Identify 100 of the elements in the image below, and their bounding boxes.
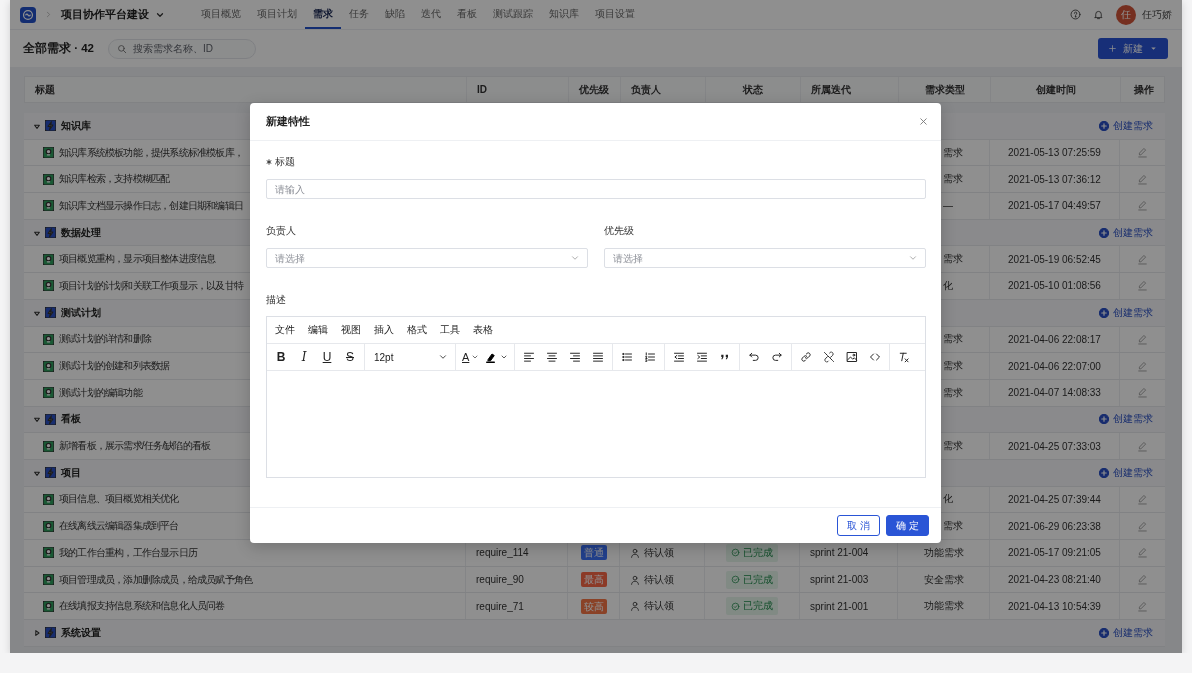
nav-tab[interactable]: 项目计划: [249, 0, 305, 29]
requirement-title: 项目概览重构，显示项目整体进度信息: [59, 252, 216, 267]
bold-button[interactable]: B: [270, 347, 292, 367]
input-field[interactable]: 请输入: [266, 179, 926, 199]
requirement-title: 知识库文档显示操作日志，创建日期和编辑日: [59, 198, 243, 213]
lightbulb-icon: [43, 253, 54, 265]
lightbulb-icon: [43, 173, 54, 185]
created-time: 2021-05-10 01:08:56: [1008, 280, 1101, 292]
create-requirement-link[interactable]: 创建需求: [1099, 625, 1153, 640]
select-field[interactable]: 请选择: [266, 248, 588, 268]
justify-icon: [592, 351, 605, 363]
confirm-button[interactable]: 确 定: [886, 515, 929, 536]
created-time: 2021-04-06 22:07:00: [1008, 360, 1101, 372]
user-name: 任巧娇: [1142, 7, 1172, 22]
lightbulb-icon: [43, 520, 54, 532]
image-icon: [846, 351, 859, 363]
editor-menu[interactable]: 工具: [440, 323, 460, 337]
status-tag: 已完成: [726, 570, 778, 589]
italic-button[interactable]: I: [293, 347, 315, 367]
lightning-icon: [45, 627, 56, 639]
create-requirement-link[interactable]: 创建需求: [1099, 225, 1153, 240]
column-header: 负责人: [631, 82, 661, 97]
requirement-title: 新增看板，展示需求/任务/缺陷的看板: [59, 439, 211, 454]
create-requirement-link[interactable]: 创建需求: [1099, 305, 1153, 320]
select-field[interactable]: 请选择: [604, 248, 926, 268]
create-requirement-link[interactable]: 创建需求: [1099, 412, 1153, 427]
created-time: 2021-04-23 08:21:40: [1008, 574, 1101, 586]
user-avatar[interactable]: 任: [1116, 4, 1136, 25]
undo-icon: [748, 351, 761, 363]
expand-arrow-icon[interactable]: [33, 628, 41, 637]
field-label: 描述: [266, 293, 286, 307]
editor-menu[interactable]: 编辑: [308, 323, 328, 337]
created-time: 2021-05-13 07:36:12: [1008, 173, 1101, 185]
nav-tab[interactable]: 项目概览: [193, 0, 249, 29]
project-name: 项目协作平台建设: [61, 7, 149, 22]
lightbulb-icon: [43, 387, 54, 399]
numbered-list-icon: [644, 351, 657, 363]
owner-name: 待认领: [644, 572, 674, 587]
created-time: 2021-05-17 09:21:05: [1008, 547, 1101, 559]
owner-name: 待认领: [644, 599, 674, 614]
logo-icon: [20, 6, 36, 23]
created-time: 2021-04-25 07:33:03: [1008, 440, 1101, 452]
lightbulb-icon: [43, 493, 54, 505]
priority-tag: 普通: [580, 545, 607, 561]
person-icon: [630, 547, 640, 558]
align-left-icon: [523, 351, 536, 363]
requirement-title: 在线填报支持信息系统和信息化人员问卷: [59, 599, 225, 614]
close-button[interactable]: [918, 116, 929, 127]
sprint-name: sprint 21-001: [810, 600, 869, 612]
lightbulb-icon: [43, 547, 54, 559]
nav-tab[interactable]: 知识库: [541, 0, 587, 29]
editor-menu[interactable]: 格式: [407, 323, 427, 337]
sprint-name: sprint 21-004: [810, 547, 869, 559]
underline-button[interactable]: U: [316, 347, 338, 367]
create-requirement-link[interactable]: 创建需求: [1099, 465, 1153, 480]
expand-arrow-icon[interactable]: [33, 415, 41, 424]
nav-tab[interactable]: 项目设置: [587, 0, 643, 29]
column-header: ID: [477, 84, 487, 95]
strikethrough-button[interactable]: S: [339, 347, 361, 367]
requirement-type: 需求: [943, 385, 963, 400]
editor-menu[interactable]: 视图: [341, 323, 361, 337]
priority-tag: 较高: [580, 598, 607, 614]
new-button[interactable]: 新建: [1098, 38, 1168, 59]
cancel-button[interactable]: 取 消: [837, 515, 881, 536]
text-color-button[interactable]: A: [459, 347, 483, 367]
nav-tab[interactable]: 测试跟踪: [485, 0, 541, 29]
lightbulb-icon: [43, 200, 54, 212]
nav-tab[interactable]: 缺陷: [377, 0, 413, 29]
nav-tab[interactable]: 迭代: [413, 0, 449, 29]
plus-circle-icon: [1099, 307, 1109, 318]
lightning-icon: [45, 467, 56, 479]
person-icon: [630, 574, 640, 585]
column-header: 优先级: [579, 82, 609, 97]
lightbulb-icon: [43, 147, 54, 159]
status-tag: 已完成: [726, 597, 778, 616]
requirement-id: require_114: [476, 547, 529, 559]
editor-menu[interactable]: 插入: [374, 323, 394, 337]
editor-menu[interactable]: 文件: [275, 323, 295, 337]
created-time: 2021-04-07 14:08:33: [1008, 387, 1101, 399]
nav-tab[interactable]: 任务: [341, 0, 377, 29]
column-header: 操作: [1133, 82, 1154, 97]
lightbulb-icon: [43, 333, 54, 345]
font-size-select[interactable]: 12pt: [368, 347, 452, 367]
requirement-type: 需求: [943, 359, 963, 374]
owner-name: 待认领: [644, 545, 674, 560]
person-icon: [630, 601, 640, 612]
search-field[interactable]: 搜索需求名称、ID: [108, 38, 256, 59]
create-requirement-link[interactable]: 创建需求: [1099, 118, 1153, 133]
requirement-type: 需求: [943, 332, 963, 347]
nav-tab[interactable]: 看板: [449, 0, 485, 29]
lightning-icon: [45, 413, 56, 425]
created-time: 2021-04-06 22:08:17: [1008, 333, 1101, 345]
link-icon: [800, 351, 813, 363]
requirement-title: 知识库检索，支持模糊匹配: [59, 172, 170, 187]
lightning-icon: [45, 307, 56, 319]
requirement-type: 需求: [943, 519, 963, 534]
status-tag: 已完成: [726, 543, 778, 562]
group-name: 看板: [61, 412, 81, 427]
editor-menu[interactable]: 表格: [473, 323, 493, 337]
column-header: 状态: [743, 82, 763, 97]
